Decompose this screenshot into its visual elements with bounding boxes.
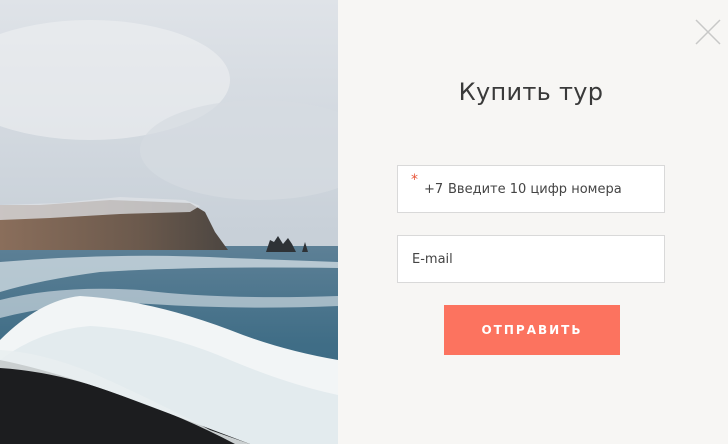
phone-prefix: +7 [424, 182, 444, 197]
close-icon [695, 19, 721, 45]
popup-title: Купить тур [458, 78, 604, 106]
form-panel: Купить тур * +7 ОТПРАВИТЬ [338, 0, 728, 444]
email-field [397, 235, 665, 283]
seascape-photo [0, 0, 338, 444]
submit-button[interactable]: ОТПРАВИТЬ [444, 305, 620, 355]
buy-tour-popup: Купить тур * +7 ОТПРАВИТЬ [0, 0, 728, 444]
required-mark: * [411, 172, 418, 188]
close-button[interactable] [694, 18, 722, 46]
phone-field: * +7 [397, 165, 665, 213]
phone-input[interactable] [448, 166, 658, 212]
email-input[interactable] [412, 236, 652, 282]
